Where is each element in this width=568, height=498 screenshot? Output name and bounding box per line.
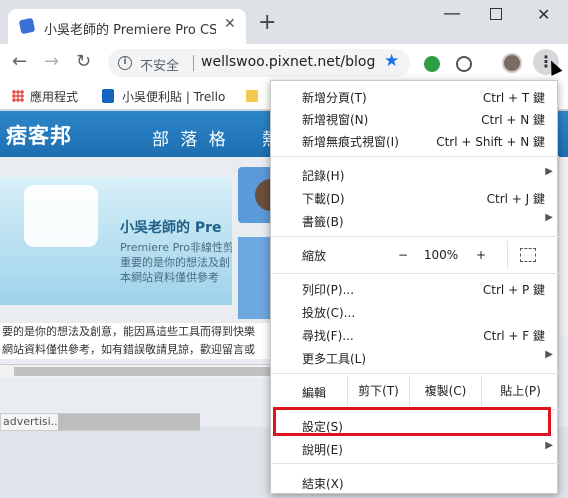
menu-item-label: 新增視窗(N) — [302, 113, 369, 127]
zoom-in-button[interactable]: + — [461, 241, 501, 269]
menu-item-label: 新增無痕式視窗(I) — [302, 135, 399, 149]
banner-line-3: 本網站資料僅供參考 — [120, 271, 219, 284]
info-icon[interactable]: i — [118, 56, 132, 70]
menu-downloads[interactable]: 下載(D) Ctrl + J 鍵 — [271, 186, 559, 209]
copy-button[interactable]: 複製(C) — [409, 376, 481, 406]
profile-avatar[interactable] — [502, 53, 522, 73]
bookmark-apps[interactable]: 應用程式 — [30, 88, 78, 105]
submenu-arrow-icon: ▶ — [545, 212, 553, 223]
menu-item-label: 更多工具(L) — [302, 352, 367, 366]
bookmark-star-icon[interactable]: ★ — [384, 51, 399, 71]
zoom-value: 100% — [423, 248, 459, 262]
menu-item-label: 尋找(F)... — [302, 329, 354, 343]
menu-divider — [271, 273, 559, 274]
page-text-line-2: 網站資料僅供參考，如有錯誤敬請見諒，歡迎留言或 — [0, 341, 270, 359]
menu-item-label: 結束(X) — [302, 477, 344, 491]
menu-item-label: 說明(E) — [302, 443, 343, 457]
horizontal-scrollbar[interactable] — [0, 364, 270, 378]
banner-line-1: Premiere Pro非線性剪 — [120, 241, 232, 254]
chat-extension-icon[interactable] — [456, 56, 472, 72]
menu-new-window[interactable]: 新增視窗(N) Ctrl + N 鍵 — [271, 107, 559, 130]
shortcut-label: Ctrl + P 鍵 — [482, 283, 545, 297]
new-tab-icon[interactable]: + — [258, 12, 276, 34]
zoom-out-button[interactable]: − — [381, 241, 425, 269]
menu-new-tab[interactable]: 新增分頁(T) Ctrl + T 鍵 — [271, 85, 559, 108]
paste-button[interactable]: 貼上(P) — [481, 376, 559, 406]
apps-grid-icon — [12, 90, 24, 102]
menu-item-label: 列印(P)... — [302, 283, 355, 297]
shortcut-label: Ctrl + T 鍵 — [482, 91, 545, 105]
fullscreen-icon — [520, 248, 536, 262]
menu-print[interactable]: 列印(P)... Ctrl + P 鍵 — [271, 277, 559, 300]
folder-icon[interactable] — [246, 90, 258, 102]
menu-history[interactable]: 記錄(H) ▶ — [271, 163, 559, 186]
menu-cast[interactable]: 投放(C)... — [271, 300, 559, 323]
bookmark-trello[interactable]: 小吳便利貼 | Trello — [122, 88, 225, 105]
shortcut-label: Ctrl + N 鍵 — [481, 113, 545, 127]
banner-line-2: 重要的是你的想法及創 — [120, 256, 230, 269]
status-bar-fill — [58, 414, 200, 430]
menu-new-incognito[interactable]: 新增無痕式視窗(I) Ctrl + Shift + N 鍵 — [271, 129, 559, 152]
tab-title: 小吳老師的 Premiere Pro CS x 剪 — [44, 23, 216, 38]
favicon-icon — [18, 17, 36, 35]
security-label: 不安全 — [140, 59, 180, 74]
toolbar: ← → ↻ i 不安全 wellswoo.pixnet.net/blog ★ ⋮ — [0, 44, 568, 82]
menu-help[interactable]: 說明(E) ▶ — [271, 437, 559, 460]
settings-highlight-box — [273, 407, 551, 436]
close-window-icon[interactable]: ✕ — [537, 5, 550, 24]
shortcut-label: Ctrl + J 鍵 — [486, 192, 545, 206]
menu-item-label: 記錄(H) — [302, 169, 345, 183]
menu-find[interactable]: 尋找(F)... Ctrl + F 鍵 — [271, 323, 559, 346]
share-extension-icon[interactable] — [424, 56, 440, 72]
menu-item-label: 新增分頁(T) — [302, 91, 367, 105]
blog-banner: 小吳老師的 Pre Premiere Pro非線性剪 重要的是你的想法及創 本網… — [0, 177, 232, 305]
menu-divider — [271, 373, 559, 374]
menu-exit[interactable]: 結束(X) — [271, 471, 559, 494]
address-bar[interactable]: i 不安全 wellswoo.pixnet.net/blog ★ — [108, 49, 410, 77]
menu-item-label: 書籤(B) — [302, 215, 344, 229]
menu-divider — [271, 463, 559, 464]
divider — [193, 55, 194, 71]
shortcut-label: Ctrl + Shift + N 鍵 — [436, 135, 545, 149]
menu-zoom-row: 縮放 − 100% + — [271, 241, 559, 269]
trello-icon — [102, 89, 114, 103]
reload-icon[interactable]: ↻ — [76, 53, 91, 71]
menu-item-label: 投放(C)... — [302, 306, 356, 320]
browser-tab[interactable]: 小吳老師的 Premiere Pro CS x 剪 ✕ — [8, 9, 246, 44]
menu-more-tools[interactable]: 更多工具(L) ▶ — [271, 346, 559, 369]
speech-bubble-icon — [24, 185, 98, 247]
fullscreen-button[interactable] — [507, 241, 559, 269]
minimize-icon[interactable]: — — [443, 3, 461, 24]
vertical-scrollbar[interactable] — [560, 157, 568, 337]
menu-bookmarks[interactable]: 書籤(B) ▶ — [271, 209, 559, 232]
sidebar-card — [238, 237, 270, 319]
scroll-thumb[interactable] — [14, 367, 270, 376]
menu-edit-row: 編輯 剪下(T) 複製(C) 貼上(P) — [271, 376, 559, 406]
zoom-label: 縮放 — [302, 249, 327, 263]
banner-title: 小吳老師的 Pre — [120, 220, 222, 236]
forward-icon[interactable]: → — [44, 53, 59, 71]
browser-window: 小吳老師的 Premiere Pro CS x 剪 ✕ + — ✕ ← → ↻ … — [0, 0, 568, 498]
menu-divider — [271, 156, 559, 157]
shortcut-label: Ctrl + F 鍵 — [483, 329, 545, 343]
tab-strip: 小吳老師的 Premiere Pro CS x 剪 ✕ + — ✕ — [0, 0, 568, 44]
edit-label: 編輯 — [302, 386, 327, 400]
cut-button[interactable]: 剪下(T) — [347, 376, 409, 406]
url-text[interactable]: wellswoo.pixnet.net/blog — [201, 54, 375, 70]
menu-item-label: 下載(D) — [302, 192, 345, 206]
page-text-line-1: 要的是你的想法及創意，能因爲這些工具而得到快樂 — [0, 323, 270, 341]
submenu-arrow-icon: ▶ — [545, 166, 553, 177]
submenu-arrow-icon: ▶ — [545, 440, 553, 451]
nav-blog[interactable]: 部 落 格 — [152, 125, 229, 150]
submenu-arrow-icon: ▶ — [545, 349, 553, 360]
menu-divider — [271, 236, 559, 237]
back-icon[interactable]: ← — [12, 53, 27, 71]
close-tab-icon[interactable]: ✕ — [224, 16, 236, 32]
blog-logo[interactable]: 痞客邦 — [6, 120, 72, 150]
maximize-icon[interactable] — [490, 8, 502, 20]
